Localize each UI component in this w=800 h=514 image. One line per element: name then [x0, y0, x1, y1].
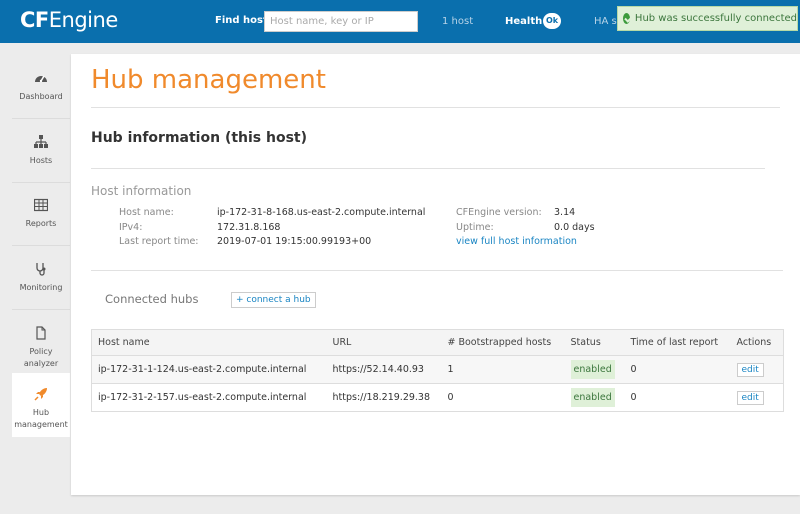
sidebar-item-label: Reports [25, 219, 57, 228]
host-information-title: Host information [91, 184, 192, 198]
sidebar-item-policy-analyzer[interactable]: Policy analyzer [12, 312, 70, 376]
hosts-icon [34, 135, 48, 148]
column-header-url: URL [326, 329, 442, 356]
hub-bootstrapped-count: 0 [441, 383, 565, 412]
hub-actions-cell: edit [730, 355, 784, 384]
hub-host-name: ip-172-31-1-124.us-east-2.compute.intern… [91, 355, 327, 384]
uptime-value: 0.0 days [554, 221, 595, 233]
hub-url: https://52.14.40.93 [326, 355, 442, 384]
host-info-divider [91, 270, 783, 271]
sidebar-nav: Dashboard Hosts Reports Monitoring Polic… [0, 43, 70, 514]
section-divider [91, 168, 765, 169]
view-full-host-info-link[interactable]: view full host information [456, 235, 577, 250]
reports-icon [34, 198, 48, 212]
hub-host-name: ip-172-31-2-157.us-east-2.compute.intern… [91, 383, 327, 412]
section-title: Hub information (this host) [91, 130, 308, 146]
toast-message: Hub was successfully connected [634, 13, 797, 24]
hub-status-cell: enabled [564, 383, 625, 412]
cfengine-version-value: 3.14 [554, 207, 576, 218]
hub-url: https://18.219.29.38 [326, 383, 442, 412]
edit-hub-button[interactable]: edit [736, 362, 764, 377]
host-info-values-left: ip-172-31-8-168.us-east-2.compute.intern… [217, 206, 425, 250]
hub-bootstrapped-count: 1 [441, 355, 565, 384]
connect-hub-button[interactable]: + connect a hub [231, 292, 316, 308]
stethoscope-icon [36, 263, 46, 276]
health-label[interactable]: Health [505, 16, 542, 27]
page-title: Hub management [91, 65, 326, 95]
cfengine-logo[interactable]: CFEngine [20, 8, 118, 32]
last-report-label: Last report time: [119, 236, 199, 247]
success-toast: Hub was successfully connected [617, 6, 798, 31]
host-name-label: Host name: [119, 207, 174, 218]
hub-last-report: 0 [624, 383, 731, 412]
table-row: ip-172-31-1-124.us-east-2.compute.intern… [91, 355, 784, 384]
column-header-bootstrapped-hosts: # Bootstrapped hosts [441, 329, 565, 356]
hub-actions-cell: edit [730, 383, 784, 412]
status-badge: enabled [570, 388, 615, 407]
sidebar-item-label: Policy analyzer [23, 347, 59, 368]
status-badge: enabled [570, 360, 615, 379]
ipv4-value: 172.31.8.168 [217, 221, 281, 233]
sidebar-item-hosts[interactable]: Hosts [12, 121, 70, 183]
connected-hubs-table: Host name URL # Bootstrapped hosts Statu… [91, 329, 784, 412]
health-status-badge[interactable]: Ok [543, 13, 561, 29]
title-divider [91, 107, 780, 108]
sidebar-item-dashboard[interactable]: Dashboard [12, 57, 70, 119]
sidebar-item-label: Hub management [14, 408, 68, 429]
column-header-actions: Actions [730, 329, 784, 356]
file-icon [36, 326, 46, 340]
host-count[interactable]: 1 host [442, 16, 473, 27]
edit-hub-button[interactable]: edit [736, 390, 764, 405]
find-host-input[interactable] [264, 11, 418, 32]
sidebar-item-label: Monitoring [19, 283, 63, 292]
last-report-value: 2019-07-01 19:15:00.99193+00 [217, 236, 372, 247]
sidebar-item-reports[interactable]: Reports [12, 184, 70, 246]
hub-status-cell: enabled [564, 355, 625, 384]
column-header-last-report: Time of last report [624, 329, 731, 356]
connected-hubs-title: Connected hubs [105, 292, 199, 306]
sidebar-item-hub-management[interactable]: Hub management [12, 373, 70, 437]
sidebar-item-monitoring[interactable]: Monitoring [12, 248, 70, 310]
sidebar-item-label: Hosts [29, 156, 53, 165]
host-info-labels-left: Host name: IPv4: Last report time: [119, 206, 199, 250]
table-row: ip-172-31-2-157.us-east-2.compute.intern… [91, 383, 784, 412]
table-header-row: Host name URL # Bootstrapped hosts Statu… [91, 329, 784, 356]
ha-status-label[interactable]: HA s [594, 16, 617, 27]
host-name-link[interactable]: ip-172-31-8-168.us-east-2.compute.intern… [217, 206, 425, 221]
hub-last-report: 0 [624, 355, 731, 384]
column-header-status: Status [564, 329, 625, 356]
main-panel: Hub management Hub information (this hos… [71, 54, 800, 495]
host-info-values-right: 3.14 0.0 days [554, 206, 595, 235]
sidebar-item-label: Dashboard [19, 92, 63, 101]
dashboard-icon [35, 75, 47, 83]
ipv4-label: IPv4: [119, 221, 143, 233]
column-header-host-name: Host name [91, 329, 327, 356]
rocket-icon [34, 388, 47, 401]
check-circle-icon [623, 13, 630, 24]
